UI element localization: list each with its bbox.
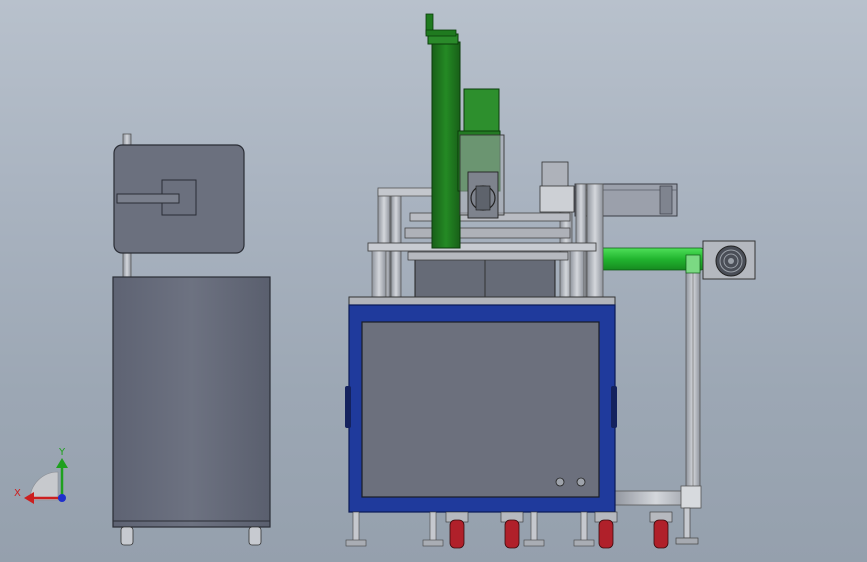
upper-arm[interactable] [574,183,678,300]
frame-crossbar [367,242,597,252]
conveyor-frame[interactable] [599,240,756,545]
base-door-panel [361,321,600,498]
triad-x-label: X [14,488,21,499]
control-cabinet[interactable] [112,133,271,546]
conveyor-foot [683,507,691,539]
cad-viewport[interactable]: Y X [0,0,867,562]
green-motor [463,88,500,134]
fan-icon [715,245,747,277]
caster-icon [445,511,673,549]
green-column [431,41,461,249]
leveling-feet [345,511,595,547]
cabinet-body [112,276,271,528]
arm-post [586,183,604,300]
triad-y-label: Y [58,447,66,458]
triad-icon: Y X [14,447,68,504]
table-top-plate [348,296,616,306]
model-scene: Y X [14,13,756,549]
frame-top-beam [377,187,434,197]
cabinet-caster [248,526,262,546]
monitor-arm [116,193,180,204]
cabinet-caster [120,526,134,546]
main-machine[interactable] [345,13,673,549]
